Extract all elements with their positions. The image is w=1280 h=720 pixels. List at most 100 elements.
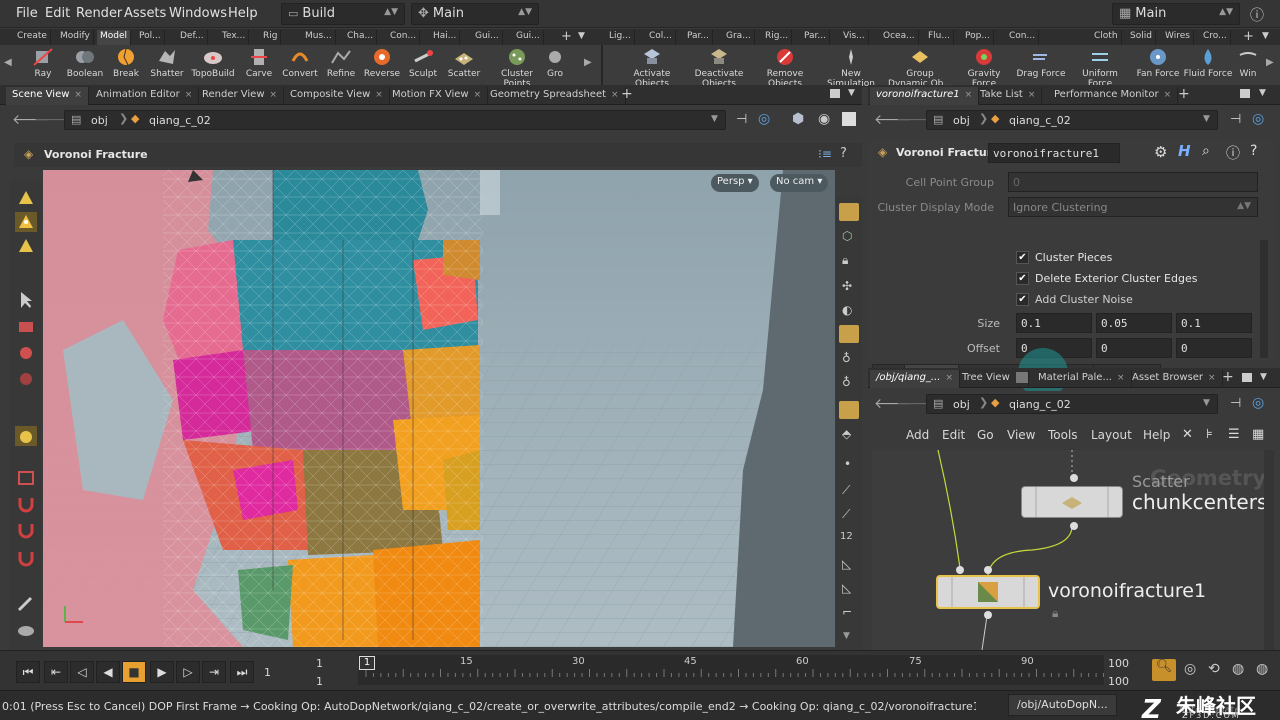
ghost-icon[interactable]: ⬡ <box>842 229 852 243</box>
cube-icon[interactable]: ⬢ <box>792 111 804 127</box>
select-points-icon[interactable] <box>15 212 37 232</box>
grid-icon[interactable]: ▦ <box>1252 427 1264 442</box>
forward-icon[interactable]: 🡒 <box>896 395 934 413</box>
wrench-icon[interactable]: ✕ <box>1182 427 1193 442</box>
size-x-field[interactable]: 0.1 <box>1016 313 1092 333</box>
loop-icon[interactable]: ⟲ <box>1208 661 1220 677</box>
settings-icon[interactable]: ◍ <box>1256 661 1268 677</box>
chevron-down-icon[interactable]: ▼ <box>1259 88 1266 98</box>
maximize-icon[interactable] <box>1240 89 1250 98</box>
shelf-tab[interactable]: Def... <box>177 30 208 45</box>
back-icon[interactable]: 🡐 <box>874 395 912 413</box>
tab-material-palette[interactable]: Material Pale... × <box>1016 370 1132 388</box>
size-z-field[interactable]: 0.1 <box>1176 313 1252 333</box>
close-icon[interactable]: × <box>945 373 953 383</box>
shelf-tab[interactable]: Lig... <box>606 30 635 45</box>
offset-z-field[interactable]: 0 <box>1176 338 1252 358</box>
display-icon[interactable] <box>842 112 856 126</box>
node-chunkcenters[interactable] <box>1021 486 1123 518</box>
pointer-icon[interactable] <box>15 290 37 310</box>
input-connector[interactable] <box>1070 474 1078 482</box>
add-shelf-icon[interactable]: + <box>1243 29 1254 44</box>
current-frame-field[interactable]: 1 <box>264 666 271 679</box>
background-icon[interactable] <box>839 401 859 419</box>
path-box[interactable]: ▤ obj ❯ ◆ qiang_c_02 ▼ <box>926 110 1218 130</box>
link-icon[interactable]: ◎ <box>758 111 770 127</box>
camera-menu[interactable]: No cam ▾ <box>770 174 829 192</box>
shelf-tab[interactable]: Cro... <box>1200 30 1231 45</box>
close-icon[interactable]: × <box>1117 373 1125 383</box>
back-icon[interactable]: 🡐 <box>12 111 50 129</box>
shelf-scroll-left-icon[interactable]: ◀ <box>4 57 12 68</box>
search-icon[interactable]: ⌕ <box>1202 143 1210 159</box>
view-icon[interactable] <box>15 620 37 640</box>
light-icon[interactable] <box>839 325 859 343</box>
context-dropdown[interactable]: ✥ Main ▲▼ <box>411 3 539 25</box>
jump-end-button[interactable]: ⏭ <box>230 661 254 683</box>
play-button[interactable]: ▶ <box>150 661 174 683</box>
shelf-tab[interactable]: Pop... <box>962 30 994 45</box>
menu-view[interactable]: View <box>1007 428 1035 442</box>
pin-icon[interactable]: ⊣ <box>1230 112 1241 127</box>
output-connector[interactable] <box>1070 522 1078 530</box>
list-icon[interactable]: ☰ <box>1228 427 1240 442</box>
start-frame[interactable]: 1 <box>316 657 323 670</box>
tab-composite-view[interactable]: Composite View × <box>284 87 390 105</box>
maximize-icon[interactable] <box>830 89 840 98</box>
path-box[interactable]: ▤ obj ❯ ◆ qiang_c_02 ▼ <box>64 110 726 130</box>
bulb-icon[interactable]: ♁ <box>842 351 851 365</box>
magnet-icon[interactable] <box>15 494 37 514</box>
magnet-icon[interactable] <box>15 548 37 568</box>
gear-icon[interactable]: ⚙ <box>1154 143 1167 161</box>
close-icon[interactable]: × <box>375 90 383 100</box>
delete-exterior-edges-checkbox[interactable]: ✔ <box>1016 272 1029 285</box>
add-shelf-icon[interactable]: + <box>561 29 572 44</box>
right-context-dropdown[interactable]: ▦ Main ▲▼ <box>1112 3 1240 25</box>
shading-icon[interactable]: ◐ <box>842 303 852 317</box>
input-connector[interactable] <box>984 566 992 574</box>
step-back-key-button[interactable]: ⇤ <box>44 661 68 683</box>
link-icon[interactable]: ◎ <box>1252 111 1264 127</box>
tab-geometry-spreadsheet[interactable]: Geometry Spreadsheet × <box>484 87 626 105</box>
shelf-tab[interactable]: Rig... <box>762 30 793 45</box>
tab-render-view[interactable]: Render View × <box>196 87 285 105</box>
network-scrollbar[interactable] <box>1264 450 1274 650</box>
menu-file[interactable]: File <box>16 6 38 21</box>
realtime-icon[interactable]: ◎ <box>1184 661 1196 677</box>
chevron-down-icon[interactable]: ▼ <box>1260 372 1267 382</box>
menu-edit[interactable]: Edit <box>942 428 965 442</box>
brush-icon[interactable]: ⟋ <box>842 483 850 498</box>
shelf-tab[interactable]: Gra... <box>723 30 755 45</box>
dot-icon[interactable]: • <box>844 457 851 471</box>
magnet-icon[interactable] <box>15 520 37 540</box>
size-y-field[interactable]: 0.05 <box>1096 313 1172 333</box>
tool-uniform-force[interactable]: Uniform Force <box>1070 47 1130 89</box>
hda-icon[interactable]: H <box>1178 142 1191 160</box>
close-icon[interactable]: × <box>1028 90 1036 100</box>
shelf-tab[interactable]: Solid <box>1127 30 1156 45</box>
chevron-down-icon[interactable]: ▼ <box>1203 114 1210 124</box>
menu-tools[interactable]: Tools <box>1048 428 1078 442</box>
number-icon[interactable]: 12 <box>840 531 853 542</box>
shelf-tab[interactable]: Flu... <box>925 30 954 45</box>
add-tab-icon[interactable]: + <box>621 86 633 102</box>
shelf-tab[interactable]: Wires <box>1162 30 1194 45</box>
node-name-field[interactable]: voronoifracture1 <box>988 143 1120 163</box>
tool-wind[interactable]: Win <box>1234 47 1262 79</box>
chevron-down-icon[interactable]: ▼ <box>1203 398 1210 408</box>
menu-assets[interactable]: Assets <box>124 6 166 21</box>
viewport[interactable]: Persp ▾ No cam ▾ <box>43 170 835 647</box>
shelf-scroll-right-icon[interactable]: ▶ <box>584 57 592 68</box>
dop-network-button[interactable]: /obj/AutoDopN... <box>1008 694 1117 716</box>
shelf-tab[interactable]: Vis... <box>840 30 869 45</box>
cell-point-group-field[interactable]: 0 <box>1008 172 1258 192</box>
move-tool-icon[interactable] <box>15 316 37 336</box>
shelf-scroll-right-icon[interactable]: ▶ <box>1266 57 1274 68</box>
close-icon[interactable]: × <box>185 90 193 100</box>
shelf-tab[interactable]: Hai... <box>430 30 461 45</box>
shelf-tab[interactable]: Gui... <box>513 30 544 45</box>
tree-icon[interactable]: ⊧ <box>1206 427 1213 442</box>
tool-drag-force[interactable]: Drag Force <box>1015 47 1067 79</box>
tool-gravity-force[interactable]: Gravity Force <box>956 47 1012 89</box>
headlight-icon[interactable]: ♁ <box>842 375 851 389</box>
